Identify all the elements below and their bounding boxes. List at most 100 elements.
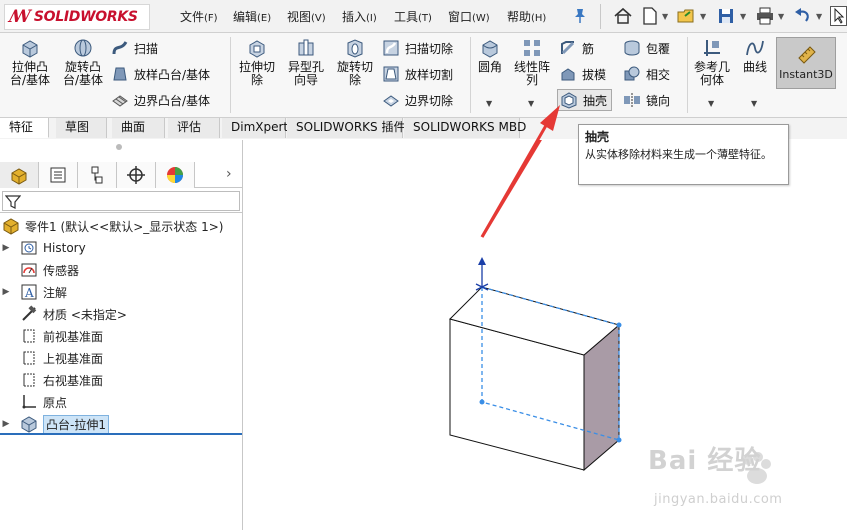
sweep-cut-button[interactable]: 扫描切除 bbox=[382, 37, 453, 59]
tree-item-label: 凸台-拉伸1 bbox=[43, 414, 109, 434]
boundary-cut-button[interactable]: 边界切除 bbox=[382, 89, 453, 111]
boundary-cut-icon bbox=[383, 95, 399, 107]
solidworks-logo[interactable]: ꟿ SOLIDWORKS bbox=[4, 4, 150, 30]
tab-sketch[interactable]: 草图 bbox=[56, 118, 107, 138]
print-icon[interactable] bbox=[755, 6, 775, 26]
tree-root-part[interactable]: 零件1 (默认<<默认>_显示状态 1>) bbox=[0, 216, 242, 236]
loft-cut-icon bbox=[383, 66, 399, 82]
tab-features[interactable]: 特征 bbox=[0, 118, 49, 138]
tab-solidworks-mbd[interactable]: SOLIDWORKS MBD bbox=[404, 118, 526, 138]
vertex-point[interactable] bbox=[479, 399, 485, 405]
select-cursor-icon[interactable] bbox=[830, 6, 847, 26]
boundary-boss-button[interactable]: 边界凸台/基体 bbox=[111, 89, 210, 111]
menu-file[interactable]: 文件(F) bbox=[180, 8, 218, 25]
new-document-icon[interactable] bbox=[640, 6, 660, 26]
menu-window[interactable]: 窗口(W) bbox=[448, 8, 490, 25]
reference-dropdown-icon[interactable]: ▼ bbox=[708, 99, 714, 108]
tree-item-boss-extrude1[interactable]: ▶ 凸台-拉伸1 bbox=[0, 414, 242, 434]
expand-arrow-icon[interactable]: ▶ bbox=[0, 287, 12, 297]
tree-item-material[interactable]: 材质 <未指定> bbox=[0, 304, 242, 324]
new-dropdown-icon[interactable]: ▼ bbox=[662, 12, 668, 21]
material-icon bbox=[22, 305, 37, 321]
revolve-boss-button[interactable]: 旋转凸台/基体 bbox=[58, 37, 108, 87]
title-bar: ꟿ SOLIDWORKS 文件(F) 编辑(E) 视图(V) 插入(I) 工具(… bbox=[0, 0, 847, 33]
fillet-dropdown-icon[interactable]: ▼ bbox=[486, 99, 492, 108]
revolve-cut-button[interactable]: 旋转切除 bbox=[332, 37, 378, 87]
tree-item-annotations[interactable]: ▶ A 注解 bbox=[0, 282, 242, 302]
linear-pattern-button[interactable]: 线性阵列 bbox=[510, 37, 554, 87]
logo-text: SOLIDWORKS bbox=[33, 9, 138, 25]
rollback-bar[interactable] bbox=[0, 433, 242, 435]
rib-button[interactable]: 筋 bbox=[559, 37, 594, 59]
mirror-button[interactable]: 镜向 bbox=[623, 89, 670, 111]
tree-item-sensors[interactable]: 传感器 bbox=[0, 260, 242, 280]
boundary-cut-label: 边界切除 bbox=[405, 93, 454, 108]
hole-wizard-icon bbox=[298, 39, 314, 56]
extrude-boss-label: 拉伸凸台/基体 bbox=[9, 60, 51, 87]
tab-feature-manager[interactable] bbox=[0, 162, 39, 188]
loft-boss-button[interactable]: 放样凸台/基体 bbox=[111, 63, 210, 85]
extrude-boss-button[interactable]: 拉伸凸台/基体 bbox=[4, 37, 56, 87]
ds-logo-icon: ꟿ bbox=[9, 7, 31, 27]
menu-insert[interactable]: 插入(I) bbox=[342, 8, 377, 25]
revolve-cut-label: 旋转切除 bbox=[337, 60, 374, 87]
tab-dimxpert-manager[interactable] bbox=[117, 162, 156, 188]
watermark-url: jingyan.baidu.com bbox=[654, 492, 783, 507]
loft-cut-button[interactable]: 放样切割 bbox=[382, 63, 453, 85]
vertex-point[interactable] bbox=[616, 437, 622, 443]
intersect-button[interactable]: 相交 bbox=[623, 63, 670, 85]
menu-view[interactable]: 视图(V) bbox=[287, 8, 326, 25]
shell-button[interactable]: 抽壳 bbox=[557, 89, 613, 111]
print-dropdown-icon[interactable]: ▼ bbox=[778, 12, 784, 21]
tree-item-front-plane[interactable]: 前视基准面 bbox=[0, 326, 242, 346]
tab-property-manager[interactable] bbox=[39, 162, 78, 188]
menu-tools[interactable]: 工具(T) bbox=[394, 8, 432, 25]
fillet-button[interactable]: 圆角 bbox=[474, 37, 506, 74]
menu-edit[interactable]: 编辑(E) bbox=[233, 8, 271, 25]
tree-filter-input[interactable] bbox=[2, 191, 240, 211]
pin-icon[interactable] bbox=[570, 6, 590, 26]
open-dropdown-icon[interactable]: ▼ bbox=[700, 12, 706, 21]
expand-arrow-icon[interactable]: ▶ bbox=[0, 243, 12, 253]
display-manager-icon bbox=[167, 167, 183, 183]
fillet-icon bbox=[482, 40, 498, 58]
tree-item-top-plane[interactable]: 上视基准面 bbox=[0, 348, 242, 368]
sweep-button[interactable]: 扫描 bbox=[111, 37, 158, 59]
home-icon[interactable] bbox=[613, 6, 633, 26]
open-folder-icon[interactable] bbox=[676, 6, 696, 26]
ribbon-separator bbox=[687, 37, 688, 113]
tab-dimxpert[interactable]: DimXpert bbox=[222, 118, 288, 138]
tab-solidworks-addins[interactable]: SOLIDWORKS 插件 bbox=[287, 118, 405, 138]
sweep-cut-label: 扫描切除 bbox=[405, 41, 454, 56]
wrap-button[interactable]: 包覆 bbox=[623, 37, 670, 59]
save-dropdown-icon[interactable]: ▼ bbox=[740, 12, 746, 21]
tree-item-right-plane[interactable]: 右视基准面 bbox=[0, 370, 242, 390]
extrude-cut-button[interactable]: 拉伸切除 bbox=[234, 37, 280, 87]
undo-dropdown-icon[interactable]: ▼ bbox=[816, 12, 822, 21]
chevron-right-icon[interactable]: › bbox=[226, 166, 232, 182]
panel-grip[interactable] bbox=[116, 144, 122, 150]
expand-arrow-icon[interactable]: ▶ bbox=[0, 419, 12, 429]
menu-help[interactable]: 帮助(H) bbox=[507, 8, 546, 25]
vertex-point[interactable] bbox=[616, 322, 622, 328]
instant3d-button[interactable]: Instant3D bbox=[776, 37, 836, 89]
instant3d-icon bbox=[798, 46, 816, 64]
pattern-dropdown-icon[interactable]: ▼ bbox=[528, 99, 534, 108]
undo-icon[interactable] bbox=[793, 6, 813, 26]
curves-dropdown-icon[interactable]: ▼ bbox=[751, 99, 757, 108]
tree-item-origin[interactable]: 原点 bbox=[0, 392, 242, 412]
curves-button[interactable]: 曲线 bbox=[738, 37, 772, 74]
tree-item-history[interactable]: ▶ History bbox=[0, 238, 242, 258]
extrude-cut-icon bbox=[249, 40, 265, 58]
hole-wizard-button[interactable]: 异型孔向导 bbox=[283, 37, 329, 87]
annotation-arrow-line bbox=[480, 121, 553, 238]
tab-display-manager[interactable] bbox=[156, 162, 195, 188]
configuration-manager-icon bbox=[91, 166, 103, 184]
draft-button[interactable]: 拔模 bbox=[559, 63, 606, 85]
tab-surfaces[interactable]: 曲面 bbox=[112, 118, 165, 138]
toolbar-separator bbox=[600, 4, 601, 29]
tab-evaluate[interactable]: 评估 bbox=[168, 118, 220, 138]
tab-configuration-manager[interactable] bbox=[78, 162, 117, 188]
save-icon[interactable] bbox=[716, 6, 736, 26]
reference-geometry-button[interactable]: 参考几何体 bbox=[692, 37, 732, 87]
